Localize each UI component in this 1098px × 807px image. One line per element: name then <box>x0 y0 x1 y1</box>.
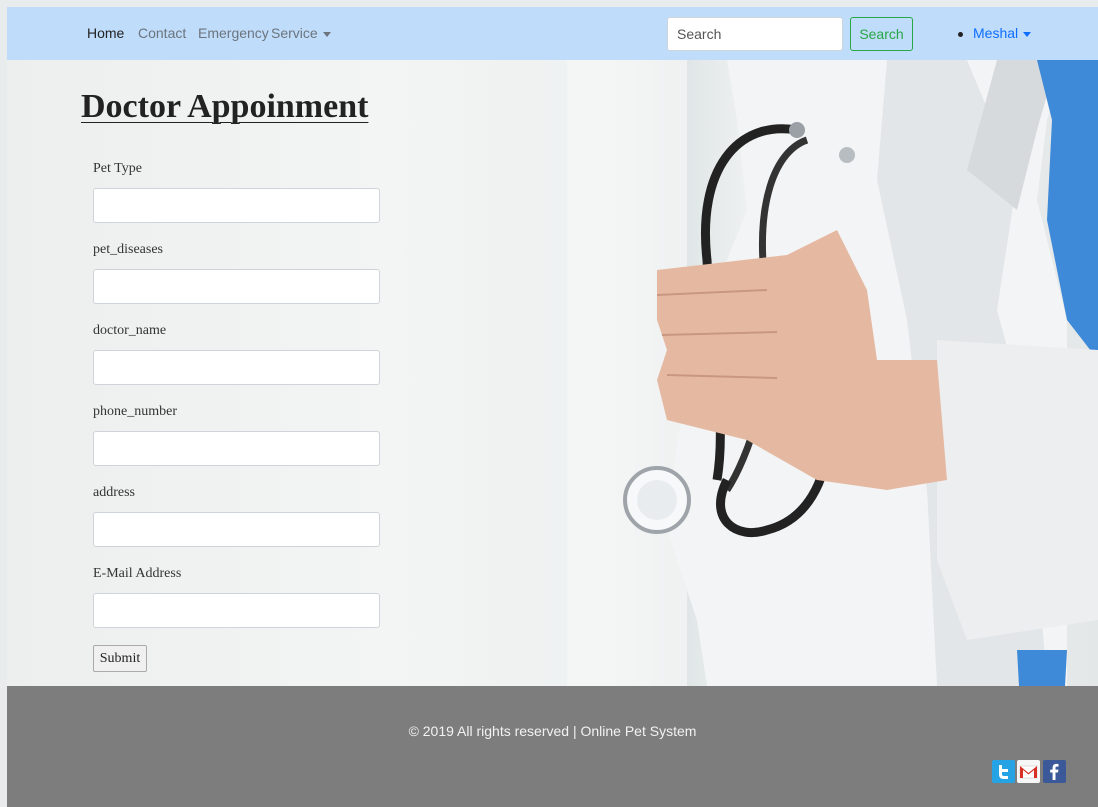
doctor-name-input[interactable] <box>93 350 380 385</box>
nav-service-label: Service <box>271 25 318 41</box>
email-input[interactable] <box>93 593 380 628</box>
pet-diseases-input[interactable] <box>93 269 380 304</box>
doctor-name-label: doctor_name <box>93 323 167 338</box>
page-title: Doctor Appoinment <box>81 88 369 125</box>
chevron-down-icon <box>1023 31 1032 37</box>
twitter-icon[interactable] <box>992 760 1015 783</box>
pet-type-label: Pet Type <box>93 161 142 176</box>
search-button[interactable]: Search <box>850 17 913 51</box>
pet-type-input[interactable] <box>93 188 380 223</box>
hero-section: Doctor Appoinment Pet Type pet_diseases … <box>7 60 1098 686</box>
nav-service-dropdown[interactable]: Service <box>271 25 331 41</box>
navbar: Home Contact Emergency Service Search Me… <box>7 7 1098 60</box>
gmail-icon[interactable] <box>1017 760 1040 783</box>
address-label: address <box>93 485 135 500</box>
email-label: E-Mail Address <box>93 566 182 581</box>
chevron-down-icon <box>322 31 331 37</box>
address-input[interactable] <box>93 512 380 547</box>
nav-home-link[interactable]: Home <box>87 25 124 41</box>
submit-button[interactable]: Submit <box>93 645 147 672</box>
nav-contact-link[interactable]: Contact <box>138 25 186 41</box>
copyright-text: © 2019 All rights reserved | Online Pet … <box>408 723 697 739</box>
phone-number-label: phone_number <box>93 404 177 419</box>
user-name: Meshal <box>973 25 1019 41</box>
pet-diseases-label: pet_diseases <box>93 242 163 257</box>
bullet-icon <box>958 31 963 37</box>
user-menu-dropdown[interactable]: Meshal <box>958 25 1032 41</box>
facebook-icon[interactable] <box>1043 760 1066 783</box>
search-input[interactable] <box>667 17 843 51</box>
phone-number-input[interactable] <box>93 431 380 466</box>
footer: © 2019 All rights reserved | Online Pet … <box>7 686 1098 807</box>
nav-emergency-link[interactable]: Emergency <box>198 25 269 41</box>
